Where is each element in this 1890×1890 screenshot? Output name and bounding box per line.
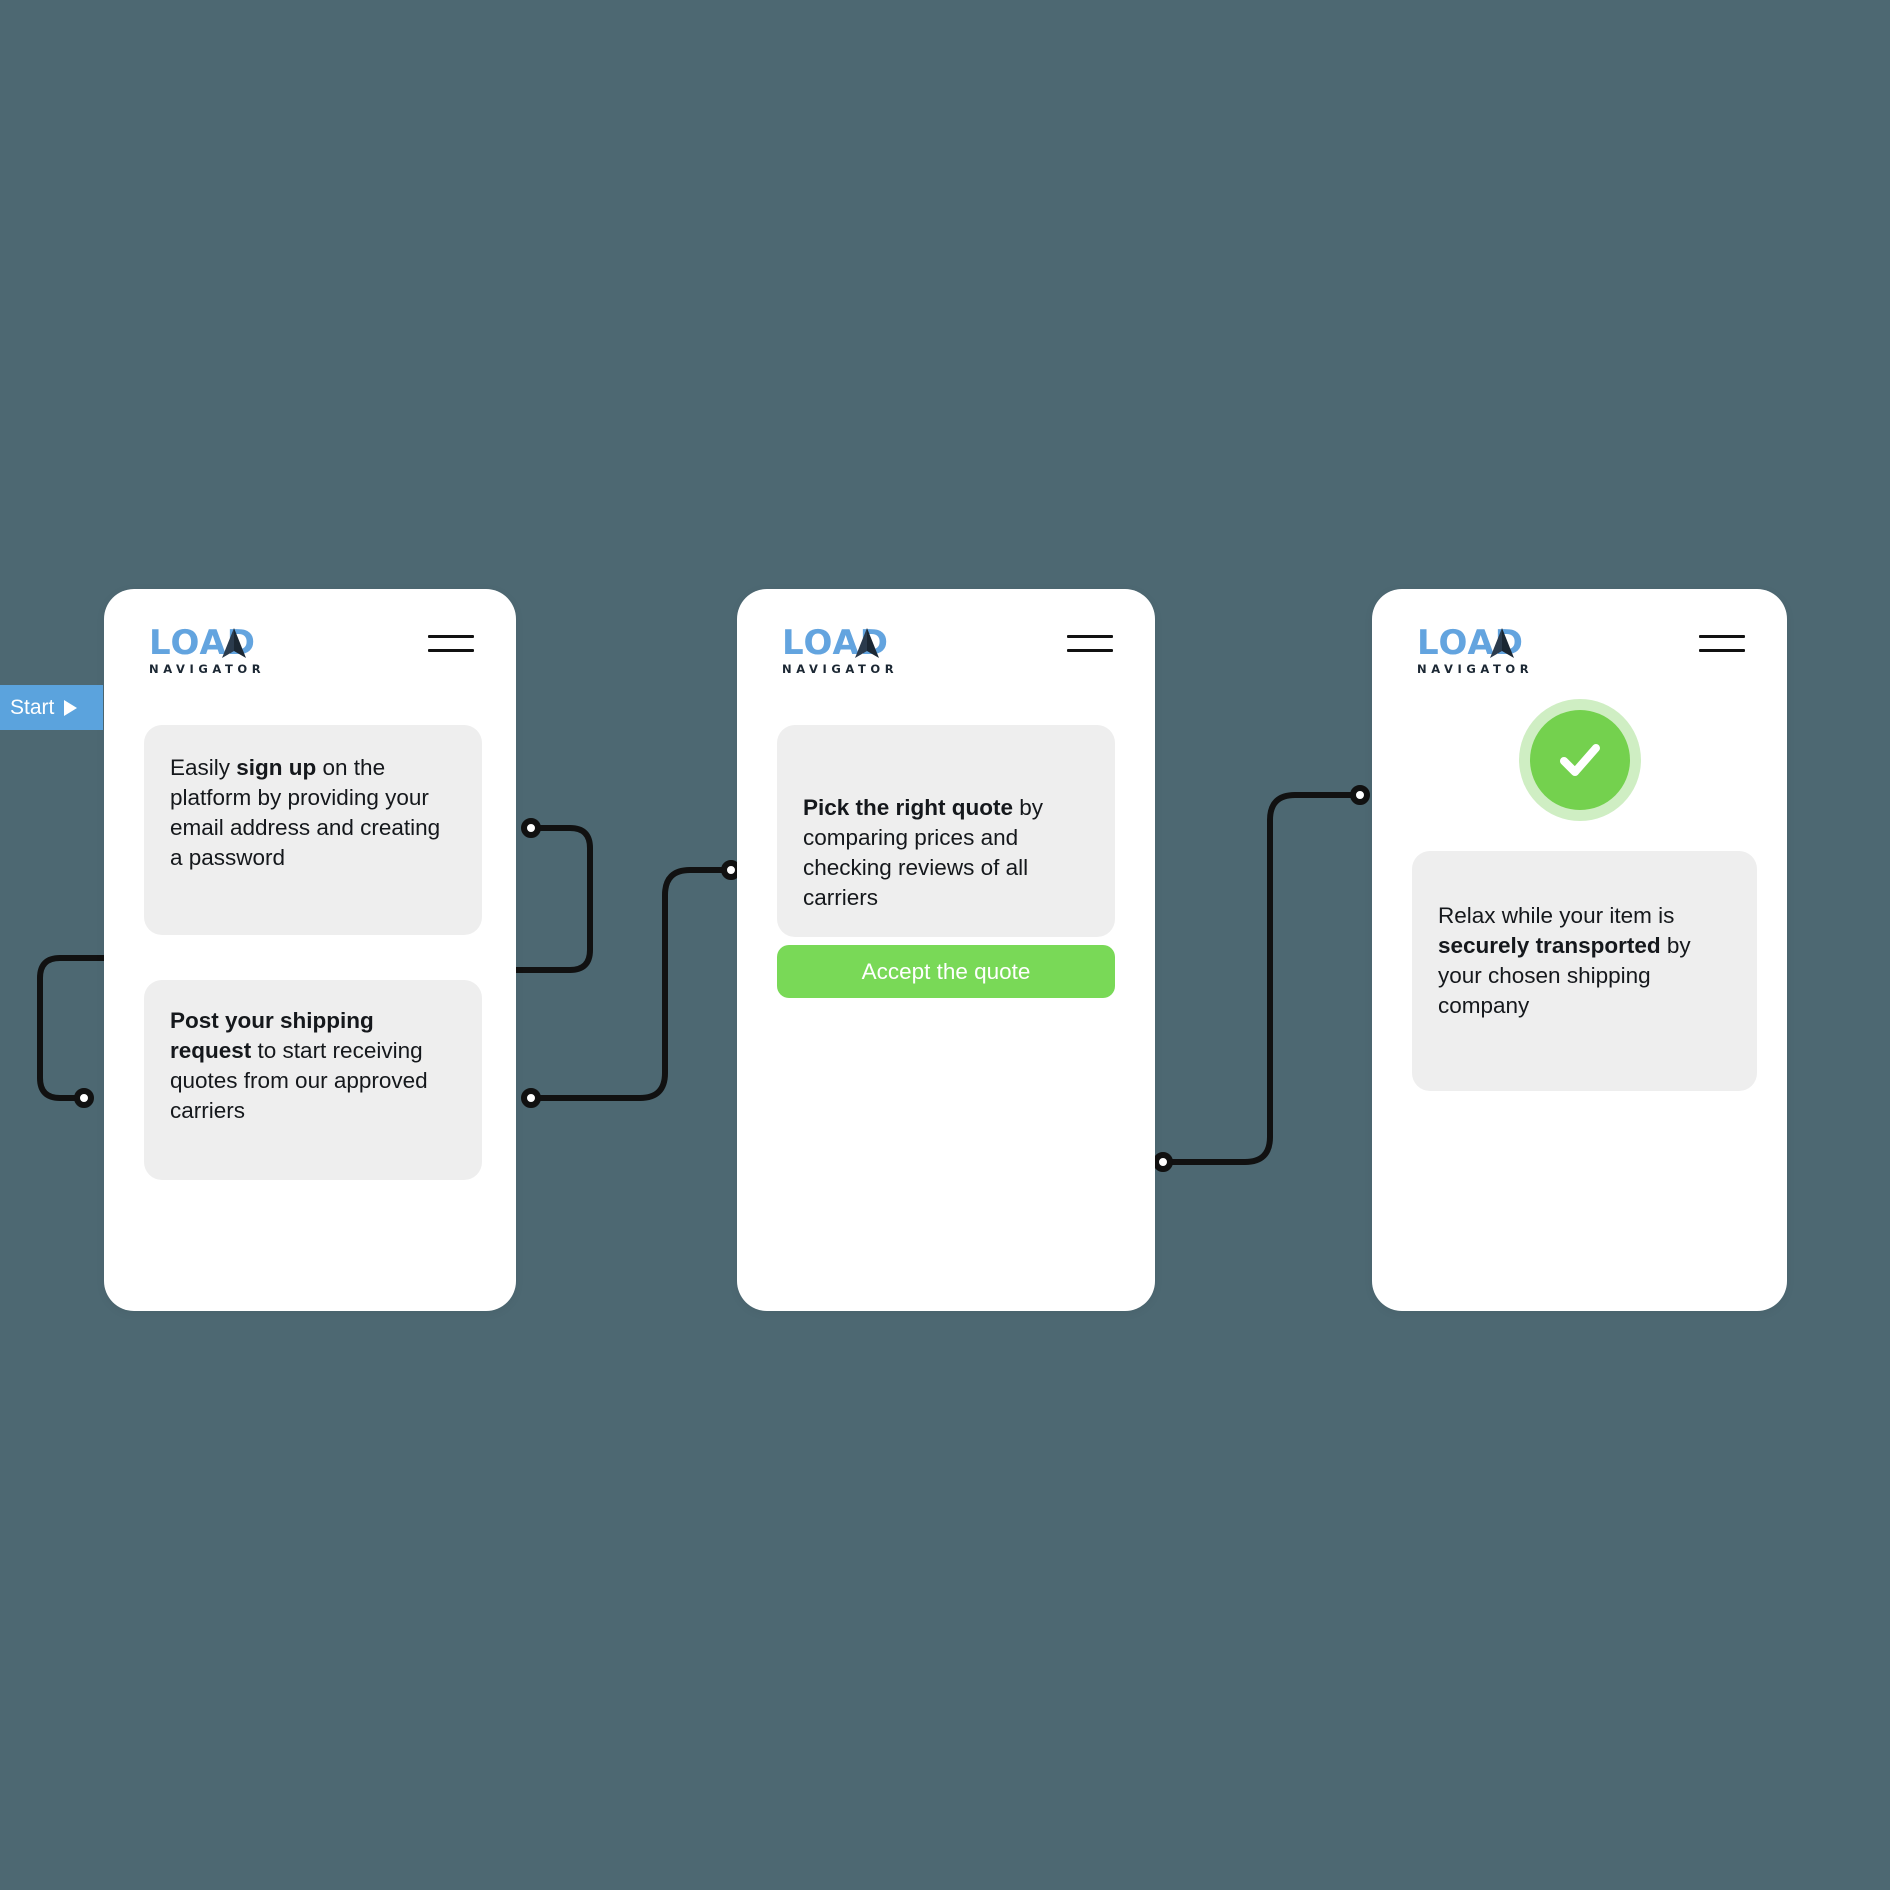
hamburger-bar: [1067, 649, 1113, 652]
content-block: Relax while your item is securely transp…: [1412, 851, 1757, 1091]
connector-endpoint-dot: [1350, 785, 1370, 805]
block-text: Pick the right quote by comparing prices…: [803, 795, 1044, 910]
flow-diagram-canvas: Start LOAD NAVIGATOR Easily sign up on t…: [0, 0, 1890, 1890]
check-circle: [1529, 710, 1630, 810]
accept-quote-button[interactable]: Accept the quote: [777, 945, 1115, 998]
logo-subtitle: NAVIGATOR: [1417, 662, 1534, 676]
step-card-1: LOAD NAVIGATOR Easily sign up on the pla…: [104, 589, 516, 1311]
checkmark-glyph: [1559, 744, 1600, 776]
hamburger-bar: [1699, 649, 1745, 652]
navigation-arrow-icon: [855, 628, 879, 658]
accept-quote-label: Accept the quote: [861, 958, 1031, 984]
content-block: Easily sign up on the platform by provid…: [144, 725, 482, 935]
start-badge[interactable]: Start: [0, 685, 103, 730]
block-text: Post your shipping request to start rece…: [170, 1008, 428, 1123]
connector-endpoint-dot: [1153, 1152, 1173, 1172]
connector-loop-left-path: [37, 955, 107, 1101]
logo-subtitle: NAVIGATOR: [782, 662, 899, 676]
logo-subtitle: NAVIGATOR: [149, 662, 266, 676]
navigation-arrow-icon: [1490, 628, 1514, 658]
connector-endpoint-dot: [721, 860, 741, 880]
hamburger-bar: [1699, 635, 1745, 638]
connector-card2-card3-path: [1160, 792, 1363, 1165]
start-badge-label: Start: [10, 696, 55, 719]
hamburger-menu-icon[interactable]: [1067, 635, 1113, 652]
content-block: Pick the right quote by comparing prices…: [777, 725, 1115, 937]
content-block: Post your shipping request to start rece…: [144, 980, 482, 1180]
load-navigator-logo: LOAD NAVIGATOR: [782, 626, 907, 676]
connector-endpoint-dot: [74, 1088, 94, 1108]
hamburger-bar: [1067, 635, 1113, 638]
block-text: Easily sign up on the platform by provid…: [170, 755, 441, 870]
card-header: LOAD NAVIGATOR: [782, 626, 1113, 686]
card-header: LOAD NAVIGATOR: [1417, 626, 1745, 686]
hamburger-menu-icon[interactable]: [428, 635, 474, 652]
card-header: LOAD NAVIGATOR: [149, 626, 474, 686]
connector-endpoint-dot: [521, 1088, 541, 1108]
step-card-2: LOAD NAVIGATOR Pick the right quote by c…: [737, 589, 1155, 1311]
success-check-icon: [1518, 699, 1641, 821]
connector-card1-card2-path: [528, 867, 734, 1101]
hamburger-bar: [428, 649, 474, 652]
block-text: Relax while your item is securely transp…: [1438, 903, 1691, 1018]
connector-card1-inner-path: [513, 825, 593, 973]
play-triangle-icon: [64, 699, 78, 716]
hamburger-menu-icon[interactable]: [1699, 635, 1745, 652]
hamburger-bar: [428, 635, 474, 638]
load-navigator-logo: LOAD NAVIGATOR: [149, 626, 274, 676]
step-card-3: LOAD NAVIGATOR Relax while your item is …: [1372, 589, 1787, 1311]
load-navigator-logo: LOAD NAVIGATOR: [1417, 626, 1542, 676]
navigation-arrow-icon: [222, 628, 246, 658]
connector-endpoint-dot: [521, 818, 541, 838]
